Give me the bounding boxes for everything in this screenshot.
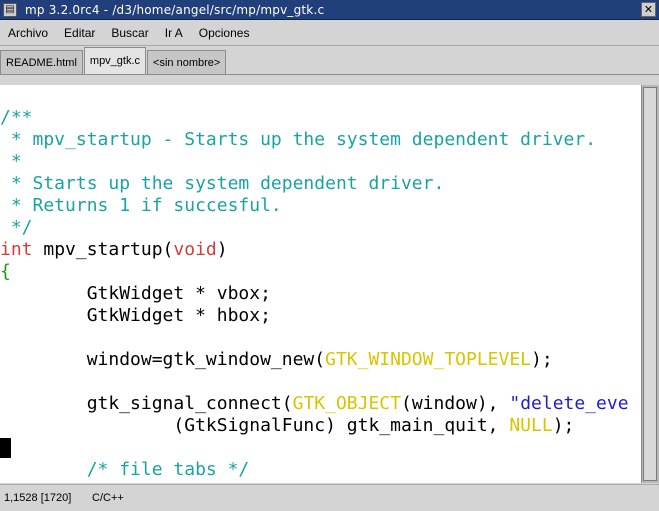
title-bar[interactable]: ▤ mp 3.2.0rc4 - /d3/home/angel/src/mp/mp… [0, 0, 659, 20]
code-token: /* file tabs */ [0, 459, 250, 480]
code-token: * [0, 151, 22, 172]
code-line: /* file tabs */ [0, 459, 641, 481]
code-token: GtkWidget * vbox; [0, 283, 271, 304]
tab-readme[interactable]: README.html [0, 50, 83, 74]
code-token: GtkWidget * hbox; [0, 305, 271, 326]
scrollbar-thumb[interactable] [643, 87, 657, 481]
vertical-scrollbar[interactable] [641, 85, 659, 483]
code-token: */ [0, 217, 33, 238]
code-token: NULL [509, 415, 553, 436]
code-token: (GtkSignalFunc) gtk_main_quit, [0, 415, 510, 436]
code-token: gtk_signal_connect( [0, 393, 293, 414]
code-token: file_tabs=gtk_notebook_new(); [0, 481, 401, 483]
code-line: * Returns 1 if succesful. [0, 195, 641, 217]
code-token: "delete_eve [509, 393, 629, 414]
code-token: { [0, 261, 11, 282]
code-token: (window), [400, 393, 510, 414]
code-editor[interactable]: /** * mpv_startup - Starts up the system… [0, 85, 641, 483]
cursor-position: 1,1528 [1720] [4, 492, 72, 504]
code-token: * mpv_startup - Starts up the system dep… [0, 129, 597, 150]
code-token: ); [552, 415, 575, 436]
tab-mpv-gtk[interactable]: mpv_gtk.c [83, 47, 147, 74]
code-token: GTK_OBJECT [292, 393, 401, 414]
code-token: int [0, 239, 33, 260]
text-cursor [0, 438, 11, 458]
menu-opciones[interactable]: Opciones [191, 26, 258, 40]
close-icon[interactable]: ✕ [641, 2, 656, 17]
code-line: file_tabs=gtk_notebook_new(); [0, 481, 641, 483]
code-line: */ [0, 217, 641, 239]
code-line: { [0, 261, 641, 283]
code-token: * Returns 1 if succesful. [0, 195, 282, 216]
code-token: mpv_startup( [32, 239, 174, 260]
menu-bar: Archivo Editar Buscar Ir A Opciones [0, 21, 659, 46]
code-line: gtk_signal_connect(GTK_OBJECT(window), "… [0, 393, 641, 415]
menu-editar[interactable]: Editar [56, 26, 103, 40]
code-line [0, 437, 641, 459]
menu-archivo[interactable]: Archivo [0, 26, 56, 40]
code-line: GtkWidget * vbox; [0, 283, 641, 305]
menu-buscar[interactable]: Buscar [103, 26, 156, 40]
window-menu-icon[interactable]: ▤ [3, 2, 17, 17]
code-line: (GtkSignalFunc) gtk_main_quit, NULL); [0, 415, 641, 437]
code-token: void [173, 239, 217, 260]
code-line: GtkWidget * hbox; [0, 305, 641, 327]
code-line: window=gtk_window_new(GTK_WINDOW_TOPLEVE… [0, 349, 641, 371]
code-line: * mpv_startup - Starts up the system dep… [0, 129, 641, 151]
code-token: ) [216, 239, 228, 260]
code-token: ); [531, 349, 553, 370]
code-line: * [0, 151, 641, 173]
code-token: /** [0, 107, 33, 128]
code-line: /** [0, 107, 641, 129]
code-token: window=gtk_window_new( [0, 349, 326, 370]
status-bar: 1,1528 [1720] C/C++ [0, 484, 659, 511]
menu-ir-a[interactable]: Ir A [157, 26, 191, 40]
file-tabs: README.html mpv_gtk.c <sin nombre> [0, 47, 659, 75]
tab-sin-nombre[interactable]: <sin nombre> [147, 50, 227, 74]
window-title: mp 3.2.0rc4 - /d3/home/angel/src/mp/mpv_… [25, 2, 325, 17]
syntax-mode: C/C++ [92, 492, 124, 504]
code-line: int mpv_startup(void) [0, 239, 641, 261]
code-line: * Starts up the system dependent driver. [0, 173, 641, 195]
code-token: GTK_WINDOW_TOPLEVEL [325, 349, 532, 370]
code-token: * Starts up the system dependent driver. [0, 173, 445, 194]
